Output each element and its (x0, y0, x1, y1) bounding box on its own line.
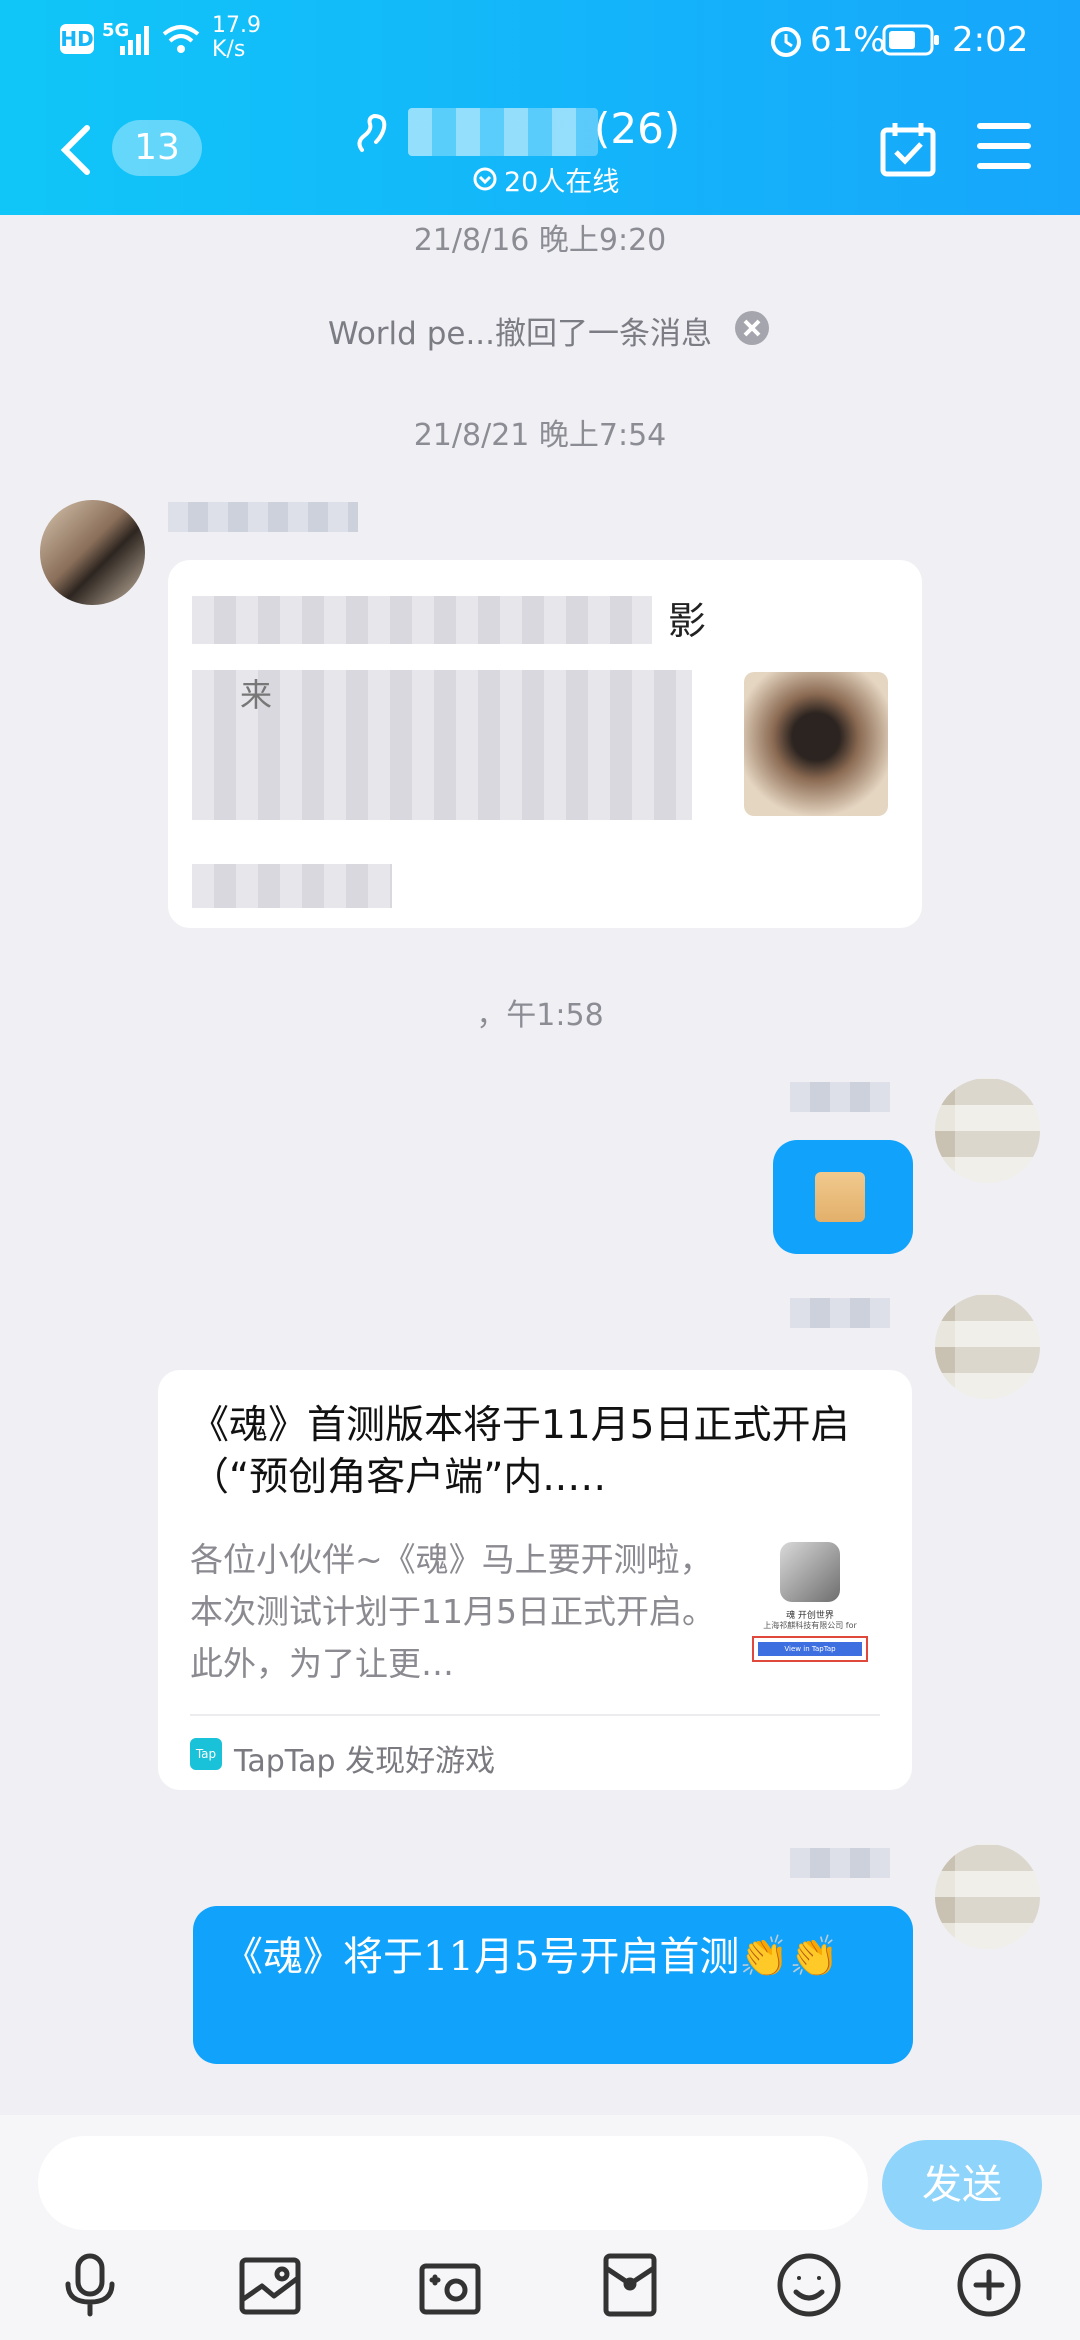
back-arrow-icon[interactable] (55, 122, 95, 178)
timestamp: ，午1:58 (476, 998, 604, 1033)
emoji-icon[interactable] (776, 2252, 842, 2318)
message-input[interactable] (38, 2136, 868, 2230)
clock: 2:02 (952, 20, 1029, 60)
timestamp: 21/8/21 晚上7:54 (413, 418, 667, 453)
own-avatar[interactable] (935, 1844, 1040, 1949)
timestamp: 21/8/16 晚上9:20 (413, 223, 667, 258)
net-speed-unit: K/s (212, 37, 246, 62)
battery-icon (882, 24, 939, 56)
calendar-check-icon[interactable] (878, 118, 938, 178)
member-count: (26) (594, 104, 681, 153)
message-text: 《魂》将于11月5号开启首测👏👏 (223, 1934, 839, 1980)
send-button[interactable]: 发送 (882, 2140, 1042, 2230)
card-title-fragment: 影 (668, 599, 707, 643)
recall-notice: World pe...撤回了一条消息 (328, 316, 713, 352)
sender-name-redacted (168, 502, 358, 532)
own-avatar[interactable] (935, 1294, 1040, 1399)
unread-count-badge[interactable]: 13 (112, 120, 202, 176)
close-icon[interactable] (734, 310, 770, 346)
image-icon[interactable] (238, 2256, 302, 2316)
card-desc-fragment: 来 (240, 676, 273, 714)
signal-icon (120, 26, 149, 55)
own-name-redacted (790, 1082, 890, 1112)
battery-percent: 61% (810, 20, 886, 60)
own-name-redacted (790, 1848, 890, 1878)
net-speed: 17.9 K/s (212, 14, 261, 62)
red-packet-icon[interactable] (600, 2252, 660, 2318)
share-card[interactable]: 《魂》首测版本将于11月5日正式开启（“预创角客户端”内..… 各位小伙伴~《魂… (158, 1370, 912, 1790)
share-thumbnail: 魂 开创世界 上海祁麒科技有限公司 for View in TapTap (740, 1538, 880, 1678)
thumbs-message-bubble[interactable] (773, 1140, 913, 1254)
camera-icon[interactable] (418, 2256, 482, 2316)
thumb-line2: 上海祁麒科技有限公司 for (763, 1621, 857, 1630)
avatar[interactable] (40, 500, 145, 605)
online-status: 20人在线 (504, 167, 620, 198)
thumbs-up-icon (815, 1172, 865, 1222)
online-icon (473, 167, 497, 191)
alarm-icon (771, 27, 801, 57)
plus-icon[interactable] (956, 2252, 1022, 2318)
thumb-button: View in TapTap (758, 1642, 862, 1656)
own-name-redacted (790, 1298, 890, 1328)
own-avatar[interactable] (935, 1078, 1040, 1183)
share-title: 《魂》首测版本将于11月5日正式开启（“预创角客户端”内..… (190, 1403, 850, 1500)
ear-icon[interactable] (352, 112, 392, 158)
wifi-icon (162, 25, 200, 53)
game-logo-icon (780, 1542, 840, 1602)
shared-card-redacted[interactable]: 影 来 (168, 560, 922, 928)
hd-badge: HD (60, 24, 94, 54)
share-source: TapTap 发现好游戏 (234, 1744, 496, 1779)
taptap-icon: Tap (190, 1738, 222, 1770)
text-message-bubble[interactable]: 《魂》将于11月5号开启首测👏👏 (193, 1906, 913, 2064)
menu-icon[interactable] (976, 120, 1032, 172)
divider (190, 1714, 880, 1716)
group-name-redacted (408, 108, 598, 156)
share-description: 各位小伙伴~《魂》马上要开测啦，本次测试计划于11月5日正式开启。此外，为了让更… (190, 1540, 715, 1683)
card-thumbnail (744, 672, 888, 816)
card-source-redacted (192, 864, 392, 908)
net-speed-value: 17.9 (212, 13, 261, 38)
card-title-redacted (192, 596, 652, 644)
mic-icon[interactable] (58, 2252, 122, 2318)
thumb-button-frame: View in TapTap (752, 1636, 868, 1662)
